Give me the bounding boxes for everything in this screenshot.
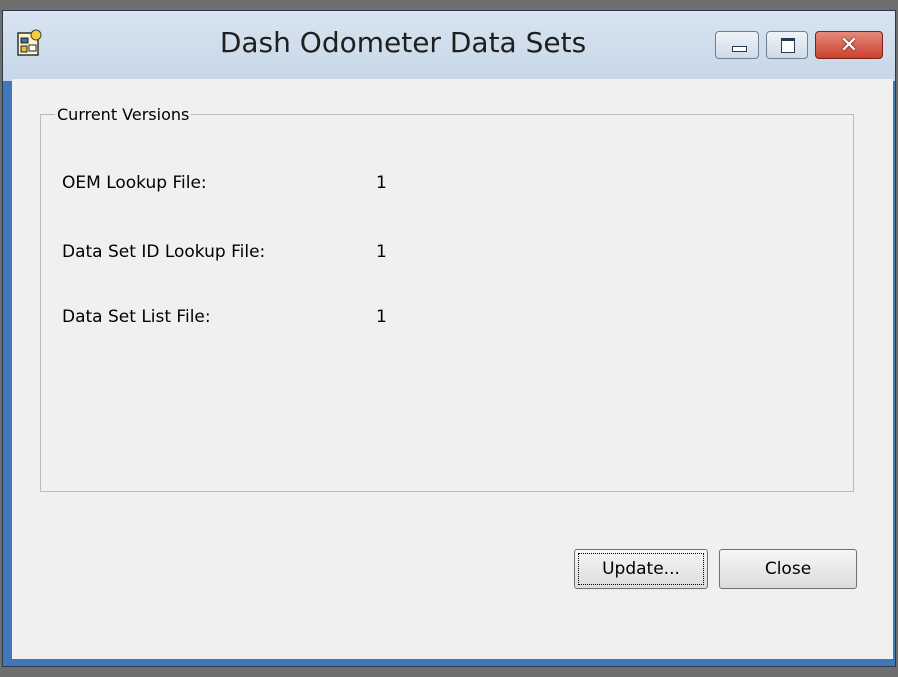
- maximize-icon: [781, 38, 795, 53]
- update-button[interactable]: Update...: [574, 549, 708, 589]
- maximize-button[interactable]: [766, 31, 808, 59]
- close-icon: ✕: [839, 32, 859, 58]
- close-window-button[interactable]: ✕: [815, 31, 883, 59]
- window-title: Dash Odometer Data Sets: [219, 26, 587, 59]
- group-legend: Current Versions: [55, 105, 192, 124]
- data-set-id-lookup-file-label: Data Set ID Lookup File:: [62, 242, 266, 262]
- close-button[interactable]: Close: [719, 549, 857, 589]
- oem-lookup-file-label: OEM Lookup File:: [62, 173, 207, 193]
- minimize-button[interactable]: [715, 31, 759, 59]
- current-versions-group: Current Versions: [40, 105, 854, 492]
- window-backdrop: Dash Odometer Data Sets ✕ Current Versio…: [0, 0, 898, 677]
- update-button-label: Update...: [602, 559, 680, 579]
- app-icon: [17, 29, 42, 56]
- data-set-list-file-value: 1: [376, 307, 387, 327]
- oem-lookup-file-value: 1: [376, 173, 387, 193]
- dialog-client-area: Current Versions OEM Lookup File: 1 Data…: [12, 79, 893, 659]
- title-bar[interactable]: Dash Odometer Data Sets ✕: [3, 11, 895, 81]
- close-button-label: Close: [764, 559, 812, 579]
- minimize-icon: [732, 46, 747, 52]
- data-set-list-file-label: Data Set List File:: [62, 307, 211, 327]
- dialog-window: Dash Odometer Data Sets ✕ Current Versio…: [2, 10, 896, 667]
- data-set-id-lookup-file-value: 1: [376, 242, 387, 262]
